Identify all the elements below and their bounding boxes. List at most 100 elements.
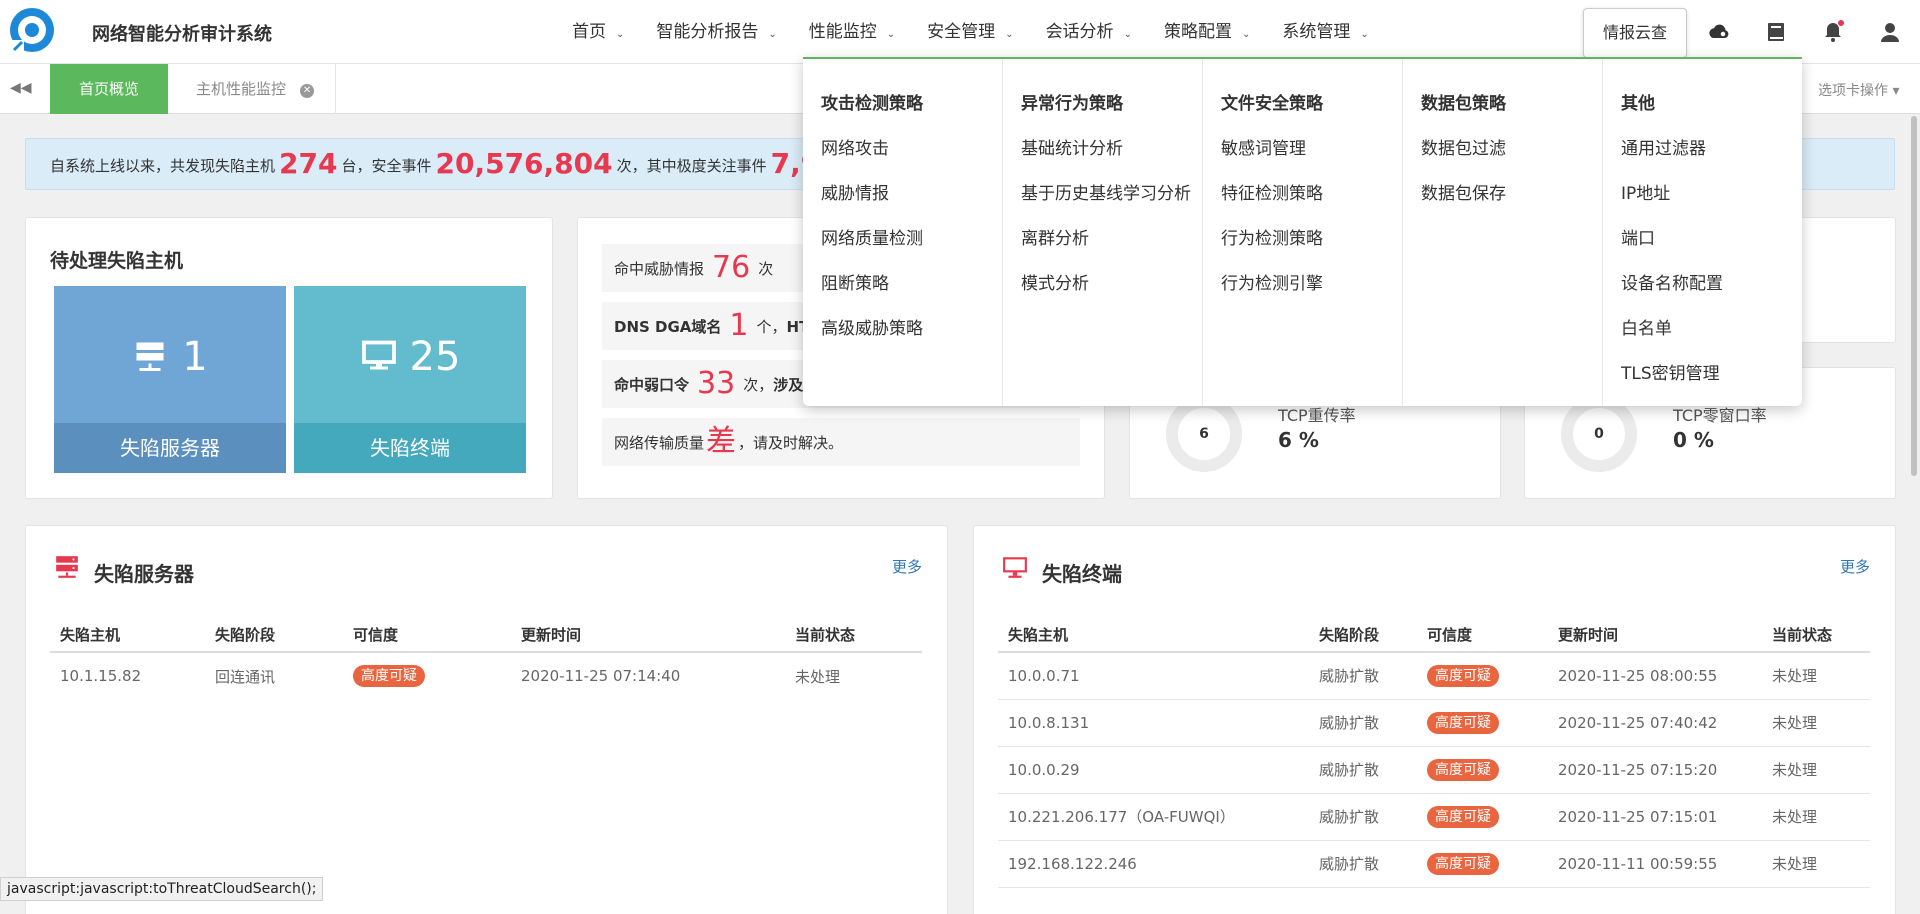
menu-item-signature-detection[interactable]: 特征检测策略 bbox=[1221, 179, 1402, 205]
weak-password-label: 命中弱口令 bbox=[614, 376, 690, 394]
nav-home-label: 首页 bbox=[572, 22, 606, 42]
confidence-badge: 高度可疑 bbox=[1427, 711, 1499, 734]
host-link[interactable]: 10.221.206.177（OA-FUWQI） bbox=[998, 793, 1309, 841]
status-link[interactable]: 未处理 bbox=[1762, 793, 1870, 841]
cloud-search-icon[interactable] bbox=[1707, 20, 1731, 44]
menu-col-other: 其他 通用过滤器 IP地址 端口 设备名称配置 白名单 TLS密钥管理 bbox=[1603, 59, 1803, 406]
network-quality-alert[interactable]: 网络传输质量差 ，请及时解决。 bbox=[602, 418, 1080, 466]
stage-cell: 威胁扩散 bbox=[1309, 840, 1417, 888]
page-scrollbar[interactable] bbox=[1908, 114, 1920, 914]
servers-count: 1 bbox=[182, 334, 208, 380]
host-link[interactable]: 10.0.0.71 bbox=[998, 652, 1309, 700]
monitor-icon bbox=[1003, 557, 1027, 578]
tab-host-performance-label: 主机性能监控 bbox=[196, 80, 287, 98]
tab-host-performance[interactable]: 主机性能监控 ✕ bbox=[168, 64, 336, 114]
banner-text-1: 自系统上线以来，共发现失陷主机 bbox=[50, 157, 276, 175]
terminals-count: 25 bbox=[409, 334, 461, 380]
table-row: 10.221.206.177（OA-FUWQI） 威胁扩散 高度可疑 2020-… bbox=[998, 793, 1870, 841]
table-header-row: 失陷主机 失陷阶段 可信度 更新时间 当前状态 bbox=[998, 618, 1870, 653]
tab-scroll-left-icon[interactable]: ◀◀ bbox=[10, 80, 32, 96]
terminals-more-link[interactable]: 更多 bbox=[1840, 556, 1870, 577]
compromised-terminals-box[interactable]: 25 失陷终端 bbox=[294, 286, 526, 473]
nav-reports-label: 智能分析报告 bbox=[656, 22, 759, 42]
confidence-badge: 高度可疑 bbox=[1427, 664, 1499, 687]
nav-performance-label: 性能监控 bbox=[808, 22, 877, 42]
menu-item-whitelist[interactable]: 白名单 bbox=[1621, 314, 1803, 340]
menu-item-network-attack[interactable]: 网络攻击 bbox=[821, 134, 1002, 160]
menu-item-network-quality[interactable]: 网络质量检测 bbox=[821, 224, 1002, 250]
status-link[interactable]: 未处理 bbox=[1762, 699, 1870, 747]
col-host: 失陷主机 bbox=[998, 618, 1309, 653]
menu-item-behavior-detection[interactable]: 行为检测策略 bbox=[1221, 224, 1402, 250]
threat-intel-label: 命中威胁情报 bbox=[614, 260, 705, 278]
time-cell: 2020-11-11 00:59:55 bbox=[1548, 840, 1762, 888]
compromised-servers-box[interactable]: 1 失陷服务器 bbox=[54, 286, 286, 473]
servers-label: 失陷服务器 bbox=[54, 423, 286, 473]
host-link[interactable]: 192.168.122.246 bbox=[998, 840, 1309, 888]
menu-item-port[interactable]: 端口 bbox=[1621, 224, 1803, 250]
dns-dga-unit: 个， bbox=[756, 318, 787, 336]
menu-item-ip-address[interactable]: IP地址 bbox=[1621, 179, 1803, 205]
close-icon[interactable]: ✕ bbox=[300, 84, 315, 98]
user-icon[interactable] bbox=[1878, 20, 1902, 44]
menu-item-advanced-threat[interactable]: 高级威胁策略 bbox=[821, 314, 1002, 340]
servers-count-row: 1 bbox=[54, 334, 286, 380]
nav-reports[interactable]: 智能分析报告 ⌄ bbox=[656, 0, 776, 64]
col-time: 更新时间 bbox=[511, 618, 785, 653]
confidence-badge: 高度可疑 bbox=[1427, 852, 1499, 875]
weak-password-value: 33 bbox=[697, 366, 736, 401]
nav-performance[interactable]: 性能监控 ⌄ bbox=[809, 0, 895, 64]
book-icon[interactable] bbox=[1764, 20, 1788, 44]
stage-cell: 威胁扩散 bbox=[1309, 652, 1417, 700]
nav-security[interactable]: 安全管理 ⌄ bbox=[927, 0, 1013, 64]
menu-item-behavior-engine[interactable]: 行为检测引擎 bbox=[1221, 269, 1402, 295]
tab-operations-menu[interactable]: 选项卡操作 ▾ bbox=[1818, 80, 1899, 100]
confidence-cell: 高度可疑 bbox=[1417, 699, 1548, 747]
menu-item-threat-intel[interactable]: 威胁情报 bbox=[821, 179, 1002, 205]
menu-item-outlier-analysis[interactable]: 离群分析 bbox=[1021, 224, 1202, 250]
policy-config-dropdown: 攻击检测策略 网络攻击 威胁情报 网络质量检测 阻断策略 高级威胁策略 异常行为… bbox=[803, 57, 1802, 406]
status-link[interactable]: 未处理 bbox=[1762, 840, 1870, 888]
menu-item-packet-filter[interactable]: 数据包过滤 bbox=[1421, 134, 1602, 160]
table-row: 10.0.0.29 威胁扩散 高度可疑 2020-11-25 07:15:20 … bbox=[998, 746, 1870, 794]
server-icon bbox=[136, 342, 164, 371]
bell-icon[interactable] bbox=[1821, 20, 1845, 44]
status-link[interactable]: 未处理 bbox=[1762, 652, 1870, 700]
nav-policy[interactable]: 策略配置 ⌄ bbox=[1164, 0, 1250, 64]
nav-system[interactable]: 系统管理 ⌄ bbox=[1282, 0, 1368, 64]
time-cell: 2020-11-25 07:15:20 bbox=[1548, 746, 1762, 794]
scrollbar-thumb[interactable] bbox=[1911, 116, 1917, 476]
nav-session[interactable]: 会话分析 ⌄ bbox=[1046, 0, 1132, 64]
menu-item-pattern-analysis[interactable]: 模式分析 bbox=[1021, 269, 1202, 295]
tab-home-overview[interactable]: 首页概览 bbox=[50, 64, 168, 114]
confidence-badge: 高度可疑 bbox=[1427, 805, 1499, 828]
table-row: 192.168.122.246 威胁扩散 高度可疑 2020-11-11 00:… bbox=[998, 840, 1870, 888]
menu-item-baseline-learning[interactable]: 基于历史基线学习分析 bbox=[1021, 179, 1202, 205]
menu-item-tls-keys[interactable]: TLS密钥管理 bbox=[1621, 359, 1803, 385]
menu-item-basic-stats[interactable]: 基础统计分析 bbox=[1021, 134, 1202, 160]
menu-col-file-security: 文件安全策略 敏感词管理 特征检测策略 行为检测策略 行为检测引擎 bbox=[1203, 59, 1403, 406]
menu-item-block-policy[interactable]: 阻断策略 bbox=[821, 269, 1002, 295]
confidence-cell: 高度可疑 bbox=[1417, 793, 1548, 841]
monitor-icon bbox=[361, 340, 396, 370]
status-link[interactable]: 未处理 bbox=[1762, 746, 1870, 794]
threat-intel-value: 76 bbox=[712, 250, 751, 285]
host-link[interactable]: 10.0.8.131 bbox=[998, 699, 1309, 747]
menu-item-device-name[interactable]: 设备名称配置 bbox=[1621, 269, 1803, 295]
servers-more-link[interactable]: 更多 bbox=[892, 556, 922, 577]
status-link[interactable]: 未处理 bbox=[785, 652, 922, 699]
menu-item-general-filter[interactable]: 通用过滤器 bbox=[1621, 134, 1803, 160]
col-status: 当前状态 bbox=[785, 618, 922, 653]
time-cell: 2020-11-25 08:00:55 bbox=[1548, 652, 1762, 700]
menu-item-sensitive-words[interactable]: 敏感词管理 bbox=[1221, 134, 1402, 160]
threat-cloud-search-button[interactable]: 情报云查 bbox=[1583, 8, 1687, 58]
stage-cell: 威胁扩散 bbox=[1309, 793, 1417, 841]
host-link[interactable]: 10.1.15.82 bbox=[50, 652, 205, 699]
nav-home[interactable]: 首页 ⌄ bbox=[572, 0, 624, 64]
terminals-panel-title: 失陷终端 bbox=[1042, 562, 1122, 586]
menu-item-packet-save[interactable]: 数据包保存 bbox=[1421, 179, 1602, 205]
app-title: 网络智能分析审计系统 bbox=[92, 24, 272, 45]
nav-security-label: 安全管理 bbox=[927, 22, 996, 42]
host-link[interactable]: 10.0.0.29 bbox=[998, 746, 1309, 794]
confidence-cell: 高度可疑 bbox=[1417, 746, 1548, 794]
